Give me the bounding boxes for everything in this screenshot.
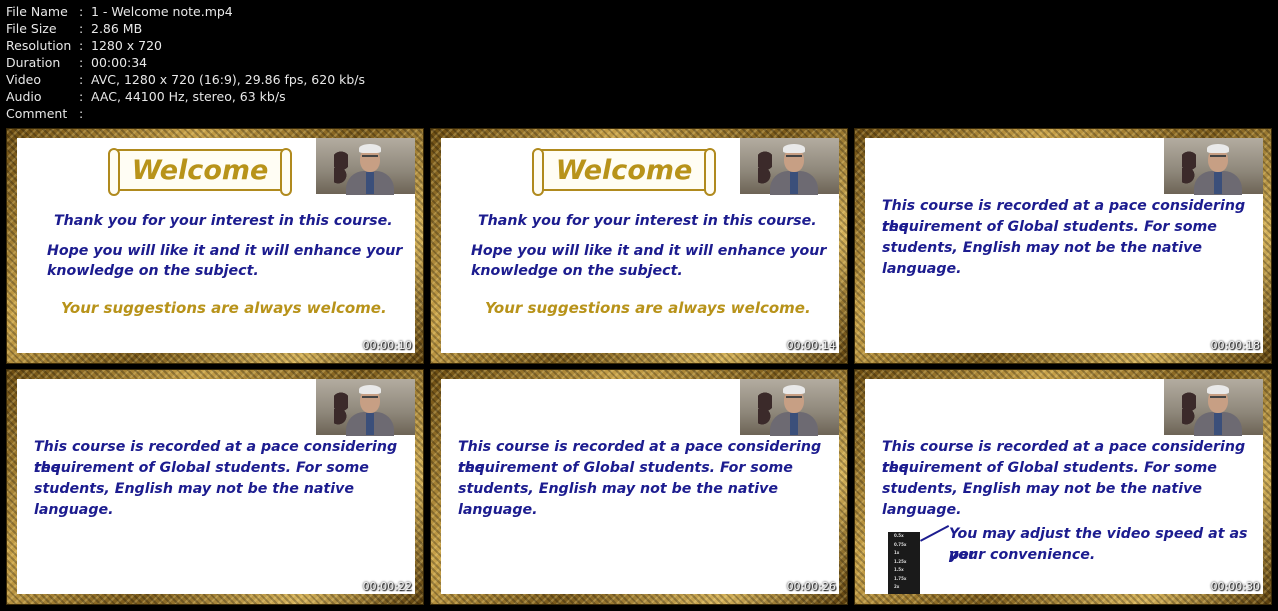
file-info-value: 1280 x 720: [91, 38, 163, 53]
slide-text: requirement of Global students. For some: [34, 460, 369, 476]
speed-menu-illustration: 0.5x 0.75x 1x 1.25x 1.5x 1.75x 2x: [888, 532, 920, 594]
speed-option: 1.75x: [894, 575, 907, 581]
slide-speed: This course is recorded at a pace consid…: [865, 379, 1263, 594]
file-info-sep: :: [79, 55, 84, 70]
webcam-inset: [316, 138, 415, 195]
webcam-inset: [316, 379, 415, 436]
webcam-inset: [1164, 379, 1263, 436]
file-info-key: Resolution: [6, 38, 72, 53]
speed-option: 0.75x: [894, 541, 907, 547]
welcome-banner: Welcome: [532, 148, 716, 196]
slide-text: Hope you will like it and it will enhanc…: [471, 243, 827, 259]
timestamp: 00:00:26: [786, 580, 836, 593]
file-info-key: Video: [6, 72, 42, 87]
file-info-sep: :: [79, 89, 84, 104]
slide-text: Thank you for your interest in this cour…: [54, 213, 393, 229]
slide-text: students, English may not be the native …: [458, 481, 778, 518]
thumbnail[interactable]: Welcome Thank you for your interest in t…: [6, 128, 424, 364]
slide-text-highlight: Your suggestions are always welcome.: [61, 299, 387, 317]
file-info-key: Duration: [6, 55, 61, 70]
slide-text: your convenience.: [949, 547, 1096, 563]
slide-text: knowledge on the subject.: [471, 263, 683, 279]
file-info-row: Audio: AAC, 44100 Hz, stereo, 63 kb/s: [6, 88, 365, 105]
slide-welcome: Welcome Thank you for your interest in t…: [441, 138, 839, 353]
slide-pace: This course is recorded at a pace consid…: [441, 379, 839, 594]
file-info-row: Duration:00:00:34: [6, 54, 365, 71]
webcam-inset: [1164, 138, 1263, 195]
file-info-sep: :: [79, 4, 84, 19]
file-info-row: File Name:1 - Welcome note.mp4: [6, 3, 365, 20]
file-info-value: 2.86 MB: [91, 21, 143, 36]
file-info-row: File Size:2.86 MB: [6, 20, 365, 37]
timestamp: 00:00:14: [786, 339, 836, 352]
file-info-row: Comment:: [6, 105, 365, 122]
thumbnail[interactable]: This course is recorded at a pace consid…: [854, 128, 1272, 364]
welcome-title: Welcome: [555, 154, 693, 186]
slide-text: requirement of Global students. For some: [882, 460, 1217, 476]
file-info-key: File Size: [6, 21, 57, 36]
file-info-row: Resolution:1280 x 720: [6, 37, 365, 54]
slide-text: requirement of Global students. For some: [882, 219, 1217, 235]
speed-option: 0.5x: [894, 533, 904, 538]
webcam-inset: [740, 379, 839, 436]
slide-welcome: Welcome Thank you for your interest in t…: [17, 138, 415, 353]
slide-text: students, English may not be the native …: [34, 481, 354, 518]
thumbnail[interactable]: This course is recorded at a pace consid…: [6, 369, 424, 605]
thumbnail[interactable]: Welcome Thank you for your interest in t…: [430, 128, 848, 364]
speed-option: 2x: [894, 584, 900, 589]
arrow-icon: [920, 524, 950, 542]
welcome-banner: Welcome: [108, 148, 292, 196]
timestamp: 00:00:18: [1210, 339, 1260, 352]
slide-text: requirement of Global students. For some: [458, 460, 793, 476]
timestamp: 00:00:30: [1210, 580, 1260, 593]
file-info-value: 00:00:34: [91, 55, 148, 70]
slide-pace: This course is recorded at a pace consid…: [865, 138, 1263, 353]
welcome-title: Welcome: [131, 154, 269, 186]
file-info-key: File Name: [6, 4, 68, 19]
speed-option: 1x: [894, 550, 900, 555]
file-info-value: AAC, 44100 Hz, stereo, 63 kb/s: [91, 89, 286, 104]
file-info-sep: :: [79, 106, 84, 121]
file-info-value: AVC, 1280 x 720 (16:9), 29.86 fps, 620 k…: [91, 72, 366, 87]
slide-text: Hope you will like it and it will enhanc…: [47, 243, 403, 259]
thumbnail[interactable]: This course is recorded at a pace consid…: [854, 369, 1272, 605]
file-info-sep: :: [79, 38, 84, 53]
thumbnail[interactable]: This course is recorded at a pace consid…: [430, 369, 848, 605]
file-info-sep: :: [79, 21, 84, 36]
slide-pace: This course is recorded at a pace consid…: [17, 379, 415, 594]
timestamp: 00:00:10: [362, 339, 412, 352]
slide-text: students, English may not be the native …: [882, 481, 1202, 518]
slide-text-highlight: Your suggestions are always welcome.: [485, 299, 811, 317]
speed-option: 1.25x: [894, 558, 907, 564]
speed-option: 1.5x: [894, 567, 904, 572]
slide-text: students, English may not be the native …: [882, 240, 1202, 277]
file-info-key: Comment: [6, 106, 68, 121]
file-info-row: Video: AVC, 1280 x 720 (16:9), 29.86 fps,…: [6, 71, 365, 88]
slide-text: knowledge on the subject.: [47, 263, 259, 279]
file-info-sep: :: [79, 72, 84, 87]
webcam-inset: [740, 138, 839, 195]
file-info-key: Audio: [6, 89, 42, 104]
slide-text: Thank you for your interest in this cour…: [478, 213, 817, 229]
file-info-panel: File Name:1 - Welcome note.mp4 File Size…: [6, 3, 365, 122]
timestamp: 00:00:22: [362, 580, 412, 593]
file-info-value: 1 - Welcome note.mp4: [91, 4, 233, 19]
